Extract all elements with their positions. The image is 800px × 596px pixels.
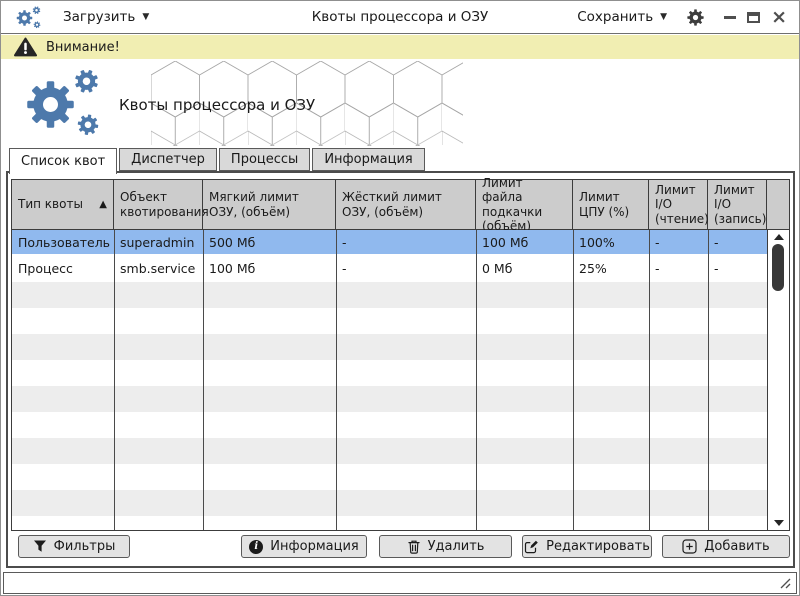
vertical-scrollbar[interactable] <box>767 230 789 530</box>
cell-io-write: - <box>708 230 767 254</box>
resize-grip[interactable] <box>778 576 792 590</box>
cell-io-read: - <box>649 230 708 254</box>
load-dropdown-button[interactable]: Загрузить ▼ <box>63 9 149 25</box>
cell-io-read: - <box>649 256 708 280</box>
minimize-button[interactable] <box>724 16 736 19</box>
chevron-down-icon: ▼ <box>142 13 149 22</box>
status-bar <box>3 572 797 594</box>
sort-ascending-icon: ▲ <box>99 199 107 211</box>
cell-swap-limit: 0 Мб <box>476 256 573 280</box>
quota-table: Тип квоты ▲ Объект квотирования Мягкий л… <box>11 179 790 531</box>
table-header-row: Тип квоты ▲ Объект квотирования Мягкий л… <box>12 180 789 230</box>
information-button[interactable]: i Информация <box>241 535 367 558</box>
table-row-user-superadmin[interactable]: Пользователь superadmin 500 Мб - 100 Мб … <box>12 230 767 256</box>
column-header-io-write-limit[interactable]: Лимит I/O (запись) <box>708 180 767 229</box>
cell-io-write: - <box>708 256 767 280</box>
settings-gear-icon[interactable] <box>685 7 706 28</box>
column-header-quota-object[interactable]: Объект квотирования <box>114 180 203 229</box>
app-window: Загрузить ▼ Квоты процессора и ОЗУ Сохра… <box>0 0 800 596</box>
warning-banner: Внимание! <box>1 35 799 59</box>
trash-icon <box>407 539 421 554</box>
filters-button[interactable]: Фильтры <box>18 535 130 558</box>
gears-logo-icon <box>25 64 109 142</box>
page-header: Квоты процессора и ОЗУ <box>1 59 799 148</box>
save-dropdown-button[interactable]: Сохранить ▼ <box>577 9 667 25</box>
warning-banner-text: Внимание! <box>46 40 120 55</box>
delete-button[interactable]: Удалить <box>379 535 512 558</box>
scroll-up-icon[interactable] <box>774 234 784 240</box>
column-header-quota-type[interactable]: Тип квоты ▲ <box>12 180 114 229</box>
action-button-bar: Фильтры i Информация Удалить <box>11 535 790 558</box>
empty-row <box>12 490 767 516</box>
cell-swap-limit: 100 Мб <box>476 230 573 254</box>
cell-soft-ram-limit: 500 Мб <box>203 230 336 254</box>
cell-cpu-limit: 25% <box>573 256 649 280</box>
empty-row <box>12 386 767 412</box>
scroll-down-icon[interactable] <box>774 520 784 526</box>
table-row-process-smb[interactable]: Процесс smb.service 100 Мб - 0 Мб 25% - … <box>12 256 767 282</box>
tab-information[interactable]: Информация <box>312 148 424 171</box>
maximize-button[interactable] <box>747 12 760 23</box>
warning-triangle-icon <box>14 37 37 57</box>
cell-hard-ram-limit: - <box>336 256 476 280</box>
cell-quota-type: Пользователь <box>12 230 114 254</box>
empty-row <box>12 412 767 438</box>
info-circle-icon: i <box>249 540 263 554</box>
empty-row <box>12 360 767 386</box>
table-header-corner <box>767 180 789 229</box>
scrollbar-thumb[interactable] <box>772 244 784 291</box>
load-button-label: Загрузить <box>63 9 135 25</box>
title-bar: Загрузить ▼ Квоты процессора и ОЗУ Сохра… <box>1 1 799 34</box>
tab-processes[interactable]: Процессы <box>219 148 310 171</box>
tab-dispatcher[interactable]: Диспетчер <box>119 148 217 171</box>
app-logo-gears-icon <box>16 5 44 30</box>
column-header-hard-ram-limit[interactable]: Жёсткий лимит ОЗУ, (объём) <box>336 180 476 229</box>
chevron-down-icon: ▼ <box>660 13 667 22</box>
quota-list-panel: Тип квоты ▲ Объект квотирования Мягкий л… <box>6 171 795 568</box>
filter-funnel-icon <box>33 540 47 553</box>
cell-cpu-limit: 100% <box>573 230 649 254</box>
empty-row <box>12 516 767 530</box>
cell-quota-object: superadmin <box>114 230 203 254</box>
column-header-io-read-limit[interactable]: Лимит I/O (чтение) <box>649 180 708 229</box>
cell-quota-object: smb.service <box>114 256 203 280</box>
column-header-cpu-limit[interactable]: Лимит ЦПУ (%) <box>573 180 649 229</box>
close-button[interactable]: × <box>771 10 787 24</box>
tab-bar: Список квот Диспетчер Процессы Информаци… <box>9 148 425 174</box>
empty-row <box>12 308 767 334</box>
empty-row <box>12 334 767 360</box>
empty-row <box>12 438 767 464</box>
add-button[interactable]: Добавить <box>662 535 790 558</box>
tab-quota-list[interactable]: Список квот <box>9 148 117 174</box>
column-header-soft-ram-limit[interactable]: Мягкий лимит ОЗУ, (объём) <box>203 180 336 229</box>
page-title: Квоты процессора и ОЗУ <box>119 96 315 114</box>
table-body: Пользователь superadmin 500 Мб - 100 Мб … <box>12 230 767 530</box>
cell-hard-ram-limit: - <box>336 230 476 254</box>
empty-row <box>12 282 767 308</box>
empty-row <box>12 464 767 490</box>
save-button-label: Сохранить <box>577 9 653 25</box>
column-header-swap-limit[interactable]: Лимит файла подкачки (объём) <box>476 180 573 229</box>
plus-square-icon <box>682 539 697 554</box>
cell-soft-ram-limit: 100 Мб <box>203 256 336 280</box>
edit-button[interactable]: Редактировать <box>522 535 652 558</box>
cell-quota-type: Процесс <box>12 256 114 280</box>
edit-pencil-icon <box>524 539 539 554</box>
